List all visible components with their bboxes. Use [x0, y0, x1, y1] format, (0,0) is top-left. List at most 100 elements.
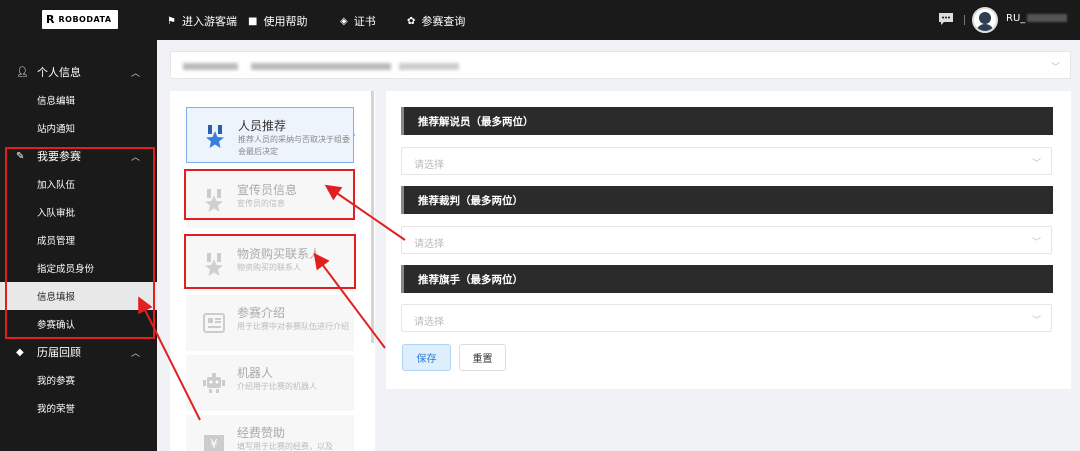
chevron-up-icon: ︿	[131, 348, 141, 359]
nav-visitor-mode[interactable]: ⚑ 进入游客端	[167, 13, 237, 29]
save-button[interactable]: 保存	[402, 344, 451, 371]
card-title: 经费赞助	[237, 426, 286, 440]
sidebar-item-member-management[interactable]: 成员管理	[0, 226, 157, 254]
select-placeholder: 请选择	[414, 239, 444, 250]
robot-icon	[203, 373, 225, 393]
card-robot[interactable]: 机器人 介绍用于比赛的机器人	[186, 355, 354, 411]
section-header-referee: 推荐裁判（最多两位）	[401, 186, 1053, 214]
nav-label: 证书	[353, 15, 376, 28]
nav-label: 进入游客端	[181, 15, 237, 28]
redacted-text	[399, 63, 459, 70]
message-icon[interactable]	[938, 12, 954, 26]
chevron-down-icon: ﹀	[1031, 159, 1041, 169]
flagbearer-select[interactable]: 请选择 ﹀	[401, 304, 1052, 332]
reset-button[interactable]: 重置	[459, 344, 506, 371]
newspaper-icon	[203, 313, 225, 333]
card-desc: 推荐人员的采纳与否取决于组委会最后决定	[238, 135, 350, 156]
sidebar-item-assign-role[interactable]: 指定成员身份	[0, 254, 157, 282]
sidebar-item-join-approval[interactable]: 入队审批	[0, 198, 157, 226]
gear-flower-icon: ✿	[407, 15, 416, 27]
sidebar-group-history[interactable]: ◆ 历届回顾 ︿	[0, 338, 157, 366]
logo-text: ROBODATA	[58, 15, 112, 24]
username-redacted	[1027, 14, 1068, 22]
card-title: 机器人	[237, 366, 274, 380]
robodata-logo[interactable]: R ROBODATA	[42, 10, 118, 29]
item-label: 成员管理	[37, 236, 76, 247]
nav-certificate[interactable]: ◈ 证书	[340, 13, 376, 29]
card-title: 人员推荐	[238, 119, 287, 133]
flag-icon: ⚑	[167, 15, 176, 27]
section-header-commentator: 推荐解说员（最多两位）	[401, 107, 1053, 135]
section-title: 推荐裁判（最多两位）	[418, 194, 523, 207]
nav-label: 使用帮助	[263, 15, 308, 28]
referee-select[interactable]: 请选择 ﹀	[401, 226, 1052, 254]
card-desc: 宣传员的信息	[237, 199, 285, 208]
section-title: 推荐旗手（最多两位）	[418, 273, 523, 286]
edit-icon: ✎	[16, 150, 25, 162]
select-placeholder: 请选择	[414, 160, 444, 171]
card-publicity-info[interactable]: 宣传员信息 宣传员的信息	[186, 172, 354, 228]
card-desc: 填写用于比赛的经费，以及	[237, 442, 333, 451]
sidebar-item-confirm-entry[interactable]: 参赛确认	[0, 310, 157, 338]
chevron-down-icon: ﹀	[1031, 238, 1041, 248]
card-entry-intro[interactable]: 参赛介绍 用于比赛中对参赛队伍进行介绍	[186, 295, 354, 351]
sidebar-group-compete[interactable]: ✎ 我要参赛 ︿	[0, 142, 157, 170]
card-desc: 用于比赛中对参赛队伍进行介绍	[237, 322, 349, 331]
chevron-up-icon: ︿	[131, 152, 141, 163]
chevron-down-icon: ﹀	[1031, 316, 1041, 326]
redacted-text	[183, 63, 238, 70]
medal-icon	[206, 125, 224, 148]
sidebar-item-my-entries[interactable]: 我的参赛	[0, 366, 157, 394]
group-label: 我要参赛	[37, 150, 81, 163]
select-placeholder: 请选择	[414, 317, 444, 328]
sidebar-item-edit-info[interactable]: 信息编辑	[0, 86, 157, 114]
card-title: 参赛介绍	[237, 306, 286, 320]
item-label: 信息编辑	[37, 96, 76, 107]
diamond-icon: ◈	[340, 15, 348, 27]
card-funding[interactable]: ¥ 经费赞助 填写用于比赛的经费，以及	[186, 415, 354, 451]
medal-icon	[205, 189, 223, 212]
top-navbar: R ROBODATA ⚑ 进入游客端 ■ 使用帮助 ◈ 证书 ✿ 参赛查询 RU…	[0, 0, 1080, 40]
section-header-flagbearer: 推荐旗手（最多两位）	[401, 265, 1053, 293]
commentator-select[interactable]: 请选择 ﹀	[401, 147, 1052, 175]
username-text: RU_	[1006, 13, 1026, 24]
card-desc: 物资购买的联系人	[237, 263, 301, 272]
divider	[964, 15, 965, 25]
nav-label: 参赛查询	[421, 15, 466, 28]
avatar[interactable]	[972, 7, 998, 33]
nav-help[interactable]: ■ 使用帮助	[248, 13, 307, 29]
card-personnel-recommend[interactable]: 人员推荐 推荐人员的采纳与否取决于组委会最后决定	[186, 107, 354, 163]
group-label: 历届回顾	[37, 346, 81, 359]
chevron-up-icon: ︿	[131, 68, 141, 79]
card-desc: 介绍用于比赛的机器人	[237, 382, 317, 391]
scrollbar[interactable]	[371, 91, 374, 343]
item-label: 参赛确认	[37, 320, 76, 331]
svg-text:¥: ¥	[210, 437, 218, 451]
sidebar-item-my-honors[interactable]: 我的荣誉	[0, 394, 157, 422]
redacted-text	[251, 63, 391, 70]
yen-icon: ¥	[204, 435, 224, 451]
sidebar-group-personal[interactable]: 👤︎ 个人信息 ︿	[0, 58, 157, 86]
sidebar-item-notifications[interactable]: 站内通知	[0, 114, 157, 142]
chevron-right-icon: ›	[352, 130, 356, 141]
sidebar-item-join-team[interactable]: 加入队伍	[0, 170, 157, 198]
chevron-down-icon: ﹀	[1050, 63, 1060, 73]
card-supplies-contact[interactable]: 物资购买联系人 物资购买的联系人	[186, 236, 354, 292]
medal-icon	[205, 253, 223, 276]
item-label: 我的参赛	[37, 376, 76, 387]
item-label: 我的荣誉	[37, 404, 76, 415]
card-title: 物资购买联系人	[237, 247, 322, 261]
card-title: 宣传员信息	[237, 183, 298, 197]
item-label: 信息填报	[37, 292, 76, 303]
item-label: 指定成员身份	[37, 264, 95, 275]
competition-select[interactable]: ﹀	[170, 51, 1071, 79]
sidebar-item-info-fill[interactable]: 信息填报	[0, 282, 157, 310]
username[interactable]: RU_	[1006, 13, 1068, 24]
item-label: 站内通知	[37, 124, 76, 135]
nav-query[interactable]: ✿ 参赛查询	[407, 13, 465, 29]
logo-mark: R	[46, 13, 55, 26]
cube-icon: ◆	[16, 346, 24, 358]
user-icon: 👤︎	[16, 66, 29, 78]
item-label: 入队审批	[37, 208, 76, 219]
section-title: 推荐解说员（最多两位）	[418, 115, 534, 128]
